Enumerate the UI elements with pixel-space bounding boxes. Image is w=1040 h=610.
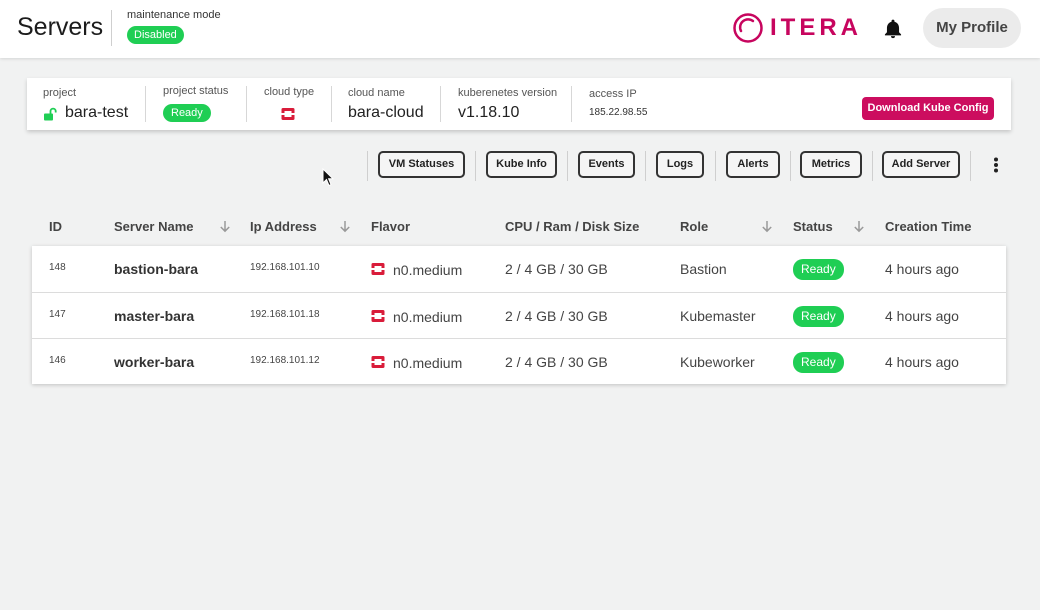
server-id: 147 xyxy=(49,309,66,320)
sort-arrow-down-icon[interactable] xyxy=(339,220,351,233)
column-header-status[interactable]: Status xyxy=(793,219,833,234)
openstack-icon xyxy=(371,356,385,368)
servers-table: 148 bastion-bara 192.168.101.10 n0.mediu… xyxy=(32,246,1006,384)
status-badge: Ready xyxy=(793,352,844,373)
page-title: Servers xyxy=(17,13,104,41)
server-ip: 192.168.101.10 xyxy=(250,262,320,273)
status-badge: Ready xyxy=(793,306,844,327)
server-role: Bastion xyxy=(680,261,727,277)
column-header-role[interactable]: Role xyxy=(680,219,708,234)
server-spec: 2 / 4 GB / 30 GB xyxy=(505,261,608,277)
cloud-type-label: cloud type xyxy=(264,86,315,98)
mouse-cursor-icon xyxy=(322,168,334,187)
server-role: Kubemaster xyxy=(680,308,756,324)
openstack-icon xyxy=(281,108,295,120)
project-label: project xyxy=(43,87,77,99)
column-header-creation-time[interactable]: Creation Time xyxy=(885,219,971,234)
sort-arrow-down-icon[interactable] xyxy=(853,220,865,233)
column-header-id[interactable]: ID xyxy=(49,219,62,234)
creation-time: 4 hours ago xyxy=(885,261,959,277)
metrics-button[interactable]: Metrics xyxy=(800,151,862,178)
brand-name: ITERA xyxy=(770,14,862,41)
unlocked-icon xyxy=(44,107,57,121)
more-options-icon[interactable] xyxy=(990,157,1002,173)
column-header-flavor[interactable]: Flavor xyxy=(371,219,410,234)
kube-info-button[interactable]: Kube Info xyxy=(486,151,557,178)
access-ip-label: access IP xyxy=(589,88,637,100)
project-info-card: project bara-test project status Ready c… xyxy=(27,78,1011,130)
divider xyxy=(571,86,572,122)
sort-arrow-down-icon[interactable] xyxy=(219,220,231,233)
server-name[interactable]: bastion-bara xyxy=(114,261,198,277)
server-ip: 192.168.101.18 xyxy=(250,309,320,320)
toolbar-divider xyxy=(790,151,791,181)
project-status-badge: Ready xyxy=(163,104,211,122)
toolbar-divider xyxy=(715,151,716,181)
server-ip: 192.168.101.12 xyxy=(250,355,320,366)
brand-logo[interactable]: ITERA xyxy=(732,12,862,44)
openstack-icon xyxy=(371,310,385,322)
server-spec: 2 / 4 GB / 30 GB xyxy=(505,354,608,370)
sort-arrow-down-icon[interactable] xyxy=(761,220,773,233)
download-kube-config-button[interactable]: Download Kube Config xyxy=(862,97,994,120)
top-header: Servers maintenance mode Disabled ITERA … xyxy=(0,0,1040,58)
server-flavor: n0.medium xyxy=(393,262,463,278)
vm-statuses-button[interactable]: VM Statuses xyxy=(378,151,465,178)
toolbar-divider xyxy=(567,151,568,181)
divider xyxy=(440,86,441,122)
maintenance-mode-badge[interactable]: Disabled xyxy=(127,26,184,44)
logs-button[interactable]: Logs xyxy=(656,151,704,178)
server-name[interactable]: worker-bara xyxy=(114,354,194,370)
server-role: Kubeworker xyxy=(680,354,755,370)
server-id: 148 xyxy=(49,262,66,273)
server-id: 146 xyxy=(49,355,66,366)
creation-time: 4 hours ago xyxy=(885,308,959,324)
add-server-button[interactable]: Add Server xyxy=(882,151,960,178)
toolbar-divider xyxy=(872,151,873,181)
server-flavor: n0.medium xyxy=(393,355,463,371)
toolbar-divider xyxy=(970,151,971,181)
cloud-name: bara-cloud xyxy=(348,104,424,121)
my-profile-button[interactable]: My Profile xyxy=(923,8,1021,48)
table-row[interactable]: 146 worker-bara 192.168.101.12 n0.medium… xyxy=(32,338,1006,384)
title-divider xyxy=(111,10,112,46)
events-button[interactable]: Events xyxy=(578,151,635,178)
kubernetes-version-label: kuberenetes version xyxy=(458,87,558,99)
column-header-server-name[interactable]: Server Name xyxy=(114,219,194,234)
alerts-button[interactable]: Alerts xyxy=(726,151,780,178)
project-name: bara-test xyxy=(65,104,129,121)
divider xyxy=(145,86,146,122)
cloud-name-label: cloud name xyxy=(348,87,405,99)
column-header-cpu-ram-disk[interactable]: CPU / Ram / Disk Size xyxy=(505,219,639,234)
creation-time: 4 hours ago xyxy=(885,354,959,370)
server-flavor: n0.medium xyxy=(393,309,463,325)
divider xyxy=(246,86,247,122)
table-row[interactable]: 148 bastion-bara 192.168.101.10 n0.mediu… xyxy=(32,246,1006,292)
kubernetes-version: v1.18.10 xyxy=(458,104,520,121)
toolbar-divider xyxy=(475,151,476,181)
server-name[interactable]: master-bara xyxy=(114,308,194,324)
status-badge: Ready xyxy=(793,259,844,280)
access-ip: 185.22.98.55 xyxy=(589,107,648,118)
divider xyxy=(331,86,332,122)
column-header-ip-address[interactable]: Ip Address xyxy=(250,219,317,234)
notification-bell-icon[interactable] xyxy=(882,18,904,40)
project-status-label: project status xyxy=(163,85,229,97)
toolbar-divider xyxy=(367,151,368,181)
maintenance-mode-label: maintenance mode xyxy=(127,9,221,21)
table-row[interactable]: 147 master-bara 192.168.101.18 n0.medium… xyxy=(32,292,1006,338)
toolbar-divider xyxy=(645,151,646,181)
openstack-icon xyxy=(371,263,385,275)
itera-logo-icon xyxy=(733,13,763,43)
server-spec: 2 / 4 GB / 30 GB xyxy=(505,308,608,324)
